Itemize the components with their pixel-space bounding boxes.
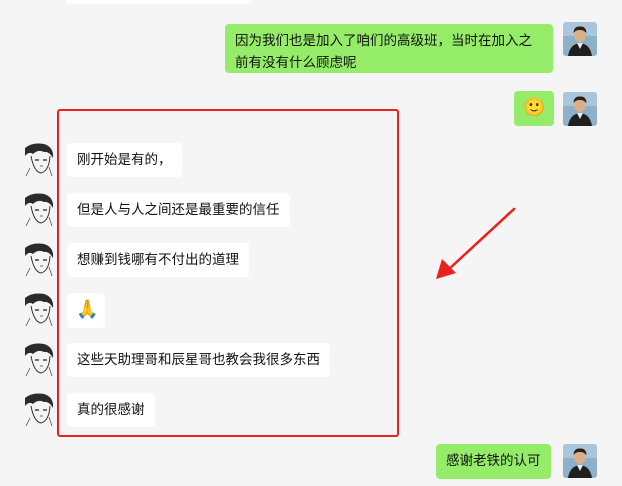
message-text: 刚开始是有的， [77,152,172,168]
manga-sketch-avatar-icon [22,342,56,376]
smile-emoji-icon: 🙂 [523,97,546,118]
other-avatar[interactable] [22,342,56,376]
message-bubble-other[interactable]: 🙏 [67,293,105,328]
self-avatar[interactable] [563,92,597,126]
message-text: 感谢老铁的认可 [446,453,541,469]
praying-hands-emoji-icon: 🙏 [76,299,99,320]
self-avatar[interactable] [563,444,597,478]
message-bubble-self[interactable]: 🙂 [514,91,554,126]
other-avatar[interactable] [22,192,56,226]
message-text: 但是人与人之间还是最重要的信任 [77,202,280,218]
other-avatar[interactable] [22,142,56,176]
message-bubble-other[interactable]: 刚开始是有的， [67,143,182,177]
message-bubble-other[interactable]: 但是人与人之间还是最重要的信任 [67,193,290,227]
manga-sketch-avatar-icon [22,242,56,276]
manga-sketch-avatar-icon [22,392,56,426]
other-avatar[interactable] [22,292,56,326]
partial-message-bubble[interactable] [66,0,252,4]
message-bubble-other[interactable]: 这些天助理哥和辰星哥也教会我很多东西 [67,343,330,377]
man-in-suit-avatar-icon [563,444,597,478]
message-bubble-self[interactable]: 因为我们也是加入了咱们的高级班，当时在加入之前有没有什么顾虑呢 [225,24,553,73]
other-avatar[interactable] [22,392,56,426]
other-avatar[interactable] [22,242,56,276]
message-bubble-self[interactable]: 感谢老铁的认可 [436,444,551,479]
message-bubble-other[interactable]: 真的很感谢 [67,393,155,427]
manga-sketch-avatar-icon [22,142,56,176]
man-in-suit-avatar-icon [563,22,597,56]
message-text: 想赚到钱哪有不付出的道理 [77,252,239,268]
message-bubble-other[interactable]: 想赚到钱哪有不付出的道理 [67,243,249,277]
manga-sketch-avatar-icon [22,192,56,226]
message-text: 因为我们也是加入了咱们的高级班，当时在加入之前有没有什么顾虑呢 [235,33,532,71]
message-text: 这些天助理哥和辰星哥也教会我很多东西 [77,352,320,368]
message-text: 真的很感谢 [77,402,145,418]
manga-sketch-avatar-icon [22,292,56,326]
self-avatar[interactable] [563,22,597,56]
man-in-suit-avatar-icon [563,92,597,126]
